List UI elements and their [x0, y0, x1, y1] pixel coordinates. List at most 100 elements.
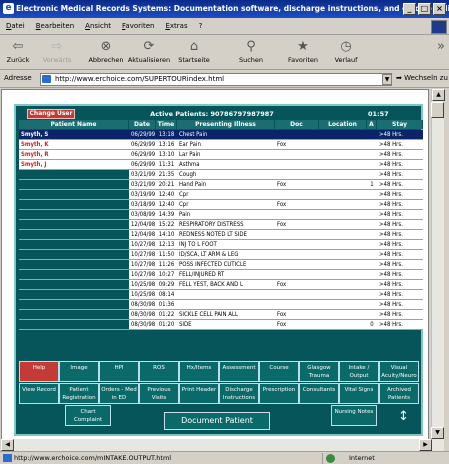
nav-hpi-button[interactable]: HPI: [99, 361, 139, 382]
nav-ros-button[interactable]: ROS: [139, 361, 179, 382]
cell-date: 06/29/99: [129, 139, 156, 150]
home-icon: ⌂: [189, 39, 199, 54]
table-row[interactable]: 03/18/99 12:40 Cpr Fox >48 Hrs.: [19, 199, 423, 210]
table-row[interactable]: Smyth, J 06/29/99 11:31 Asthma >48 Hrs.: [19, 159, 423, 170]
vertical-scrollbar[interactable]: ▲: [431, 89, 445, 451]
history-button[interactable]: ◷ Verlauf: [332, 38, 360, 68]
col-location[interactable]: Location: [319, 120, 367, 129]
table-row[interactable]: 08/30/98 01:20 SIDE Fox 0 >48 Hrs.: [19, 319, 423, 330]
go-button[interactable]: ➡ Wechseln zu: [396, 74, 448, 82]
table-row[interactable]: 10/27/98 12:13 INJ TO L FOOT >48 Hrs.: [19, 239, 423, 250]
table-row[interactable]: 10/27/98 11:26 POSS INFECTED CUTICLE >48 Hr…: [19, 259, 423, 270]
back-button[interactable]: ⇦ Zurück: [4, 38, 32, 68]
table-row[interactable]: 10/25/98 08:14 >48 Hrs.: [19, 289, 423, 300]
menu-tools[interactable]: Extras: [159, 19, 192, 30]
nav-help-button[interactable]: Help: [19, 361, 59, 382]
close-button[interactable]: ×: [433, 3, 446, 15]
nav-image-button[interactable]: Image: [59, 361, 99, 382]
nav-view-record-button[interactable]: View Record: [19, 383, 59, 404]
cell-stay: >48 Hrs.: [377, 149, 423, 160]
col-time[interactable]: Time: [156, 120, 177, 129]
table-row[interactable]: 12/04/98 15:22 RESPIRATORY DISTRESS Fox >48 …: [19, 219, 423, 230]
scroll-left-button[interactable]: ◀: [1, 439, 14, 451]
change-user-button[interactable]: Change User: [27, 109, 75, 119]
nav-assessment-button[interactable]: Assessment: [219, 361, 259, 382]
nav-visual-acuity-neuro-button[interactable]: Visual Acuity/Neuro: [379, 361, 419, 382]
menu-file[interactable]: Datei: [0, 19, 30, 30]
cell-date: 10/25/98: [129, 279, 156, 290]
toolbar-overflow-button[interactable]: »: [436, 38, 446, 68]
nav-intake-output-button[interactable]: Intake / Output: [339, 361, 379, 382]
cell-name: [19, 179, 129, 190]
table-row[interactable]: 08/30/98 01:36 >48 Hrs.: [19, 299, 423, 310]
cell-name: Smyth, R: [19, 149, 129, 160]
minimize-button[interactable]: _: [403, 3, 416, 15]
nav-previous-visits-button[interactable]: Previous Visits: [139, 383, 179, 404]
cell-date: 10/27/98: [129, 269, 156, 280]
table-row[interactable]: 10/27/98 10:27 FELL/INJURED RT >48 Hrs.: [19, 269, 423, 280]
scroll-down-button[interactable]: ▼: [431, 427, 444, 439]
col-presenting-illness[interactable]: Presenting Illness: [177, 120, 275, 129]
search-button[interactable]: ⚲ Suchen: [236, 38, 266, 68]
nav-prescription-button[interactable]: Prescription: [259, 383, 299, 404]
nav-course-button[interactable]: Course: [259, 361, 299, 382]
cell-location: [319, 199, 367, 210]
nav-vital-signs-button[interactable]: Vital Signs: [339, 383, 379, 404]
menu-edit[interactable]: Bearbeiten: [30, 19, 79, 30]
cell-stay: >48 Hrs.: [377, 289, 423, 300]
col-doc[interactable]: Doc: [275, 120, 319, 129]
nav-discharge-instructions-button[interactable]: Discharge Instructions: [219, 383, 259, 404]
horizontal-scrollbar[interactable]: [1, 439, 431, 451]
table-row[interactable]: 08/30/98 01:22 SICKLE CELL PAIN ALL Fox >48 …: [19, 309, 423, 320]
cell-name: Smyth, K: [19, 139, 129, 150]
scroll-right-button[interactable]: ▶: [419, 439, 432, 451]
cell-illness: Hand Pain: [177, 179, 275, 190]
col-stay[interactable]: Stay: [377, 120, 423, 129]
scroll-up-button[interactable]: ▲: [432, 89, 445, 101]
nav-hx-items-button[interactable]: Hx/Items: [179, 361, 219, 382]
window-title-bar[interactable]: Electronic Medical Records Systems: Docu…: [0, 0, 449, 18]
table-row[interactable]: 03/21/99 20:21 Hand Pain Fox 1 >48 Hrs.: [19, 179, 423, 190]
history-icon: ◷: [340, 39, 352, 54]
table-row[interactable]: 03/19/99 12:40 Cpr >48 Hrs.: [19, 189, 423, 200]
menu-view[interactable]: Ansicht: [79, 19, 116, 30]
table-row[interactable]: 10/25/98 09:29 FELL YEST, BACK AND L Fox >48…: [19, 279, 423, 290]
cell-date: 10/27/98: [129, 259, 156, 270]
nav-glasgow-trauma-button[interactable]: Glasgow Trauma: [299, 361, 339, 382]
nav-archived-patients-button[interactable]: Archived Patients: [379, 383, 419, 404]
table-row[interactable]: 10/27/98 11:50 ID/SCA, LT ARM & LEG >48 Hrs…: [19, 249, 423, 260]
forward-button[interactable]: ⇨ Vorwärts: [40, 38, 74, 68]
table-row[interactable]: Smyth, K 06/29/99 13:16 Ear Pain Fox >48 Hrs.: [19, 139, 423, 150]
nav-orders-med-in-ed-button[interactable]: Orders - Med in ED: [99, 383, 139, 404]
table-row[interactable]: 03/08/99 14:39 Pain >48 Hrs.: [19, 209, 423, 220]
menu-favorites[interactable]: Favoriten: [116, 19, 159, 30]
chart-complaint-button[interactable]: Chart Complaint: [65, 405, 111, 426]
cell-stay: >48 Hrs.: [377, 189, 423, 200]
table-row[interactable]: Smyth, R 06/29/99 13:10 Lar Pain >48 Hrs.: [19, 149, 423, 160]
cell-illness: [177, 289, 275, 300]
cell-time: 01:22: [156, 309, 177, 320]
nav-consultants-button[interactable]: Consultants: [299, 383, 339, 404]
nursing-notes-button[interactable]: Nursing Notes: [331, 405, 377, 426]
favorites-button[interactable]: ★ Favoriten: [284, 38, 322, 68]
menu-help[interactable]: ?: [193, 19, 208, 30]
cell-illness: POSS INFECTED CUTICLE: [177, 259, 275, 270]
col-patient-name[interactable]: Patient Name: [19, 120, 129, 129]
nav-patient-registration-button[interactable]: Patient Registration: [59, 383, 99, 404]
cell-stay: >48 Hrs.: [377, 299, 423, 310]
stop-button[interactable]: ⊗ Abbrechen: [88, 38, 124, 68]
document-patient-button[interactable]: Document Patient: [164, 412, 270, 430]
home-button[interactable]: ⌂ Startseite: [175, 38, 213, 68]
cell-name: [19, 239, 129, 250]
table-row[interactable]: 03/21/99 21:35 Cough >48 Hrs.: [19, 169, 423, 180]
address-dropdown-button[interactable]: ▼: [382, 74, 392, 85]
nav-print-header-button[interactable]: Print Header: [179, 383, 219, 404]
scroll-thumb[interactable]: [431, 102, 444, 118]
refresh-button[interactable]: ⟳ Aktualisieren: [126, 38, 172, 68]
maximize-button[interactable]: □: [418, 3, 431, 15]
table-row[interactable]: Smyth, S 06/29/99 13:18 Chest Pain >48 Hrs.: [19, 130, 423, 140]
address-input[interactable]: http://www.erchoice.com/SUPERTOURindex.h…: [40, 73, 392, 86]
col-date[interactable]: Date: [129, 120, 156, 129]
col-a[interactable]: A: [367, 120, 377, 129]
table-row[interactable]: 12/04/98 14:10 REDNESS NOTED LT SIDE >48 Hr…: [19, 229, 423, 240]
